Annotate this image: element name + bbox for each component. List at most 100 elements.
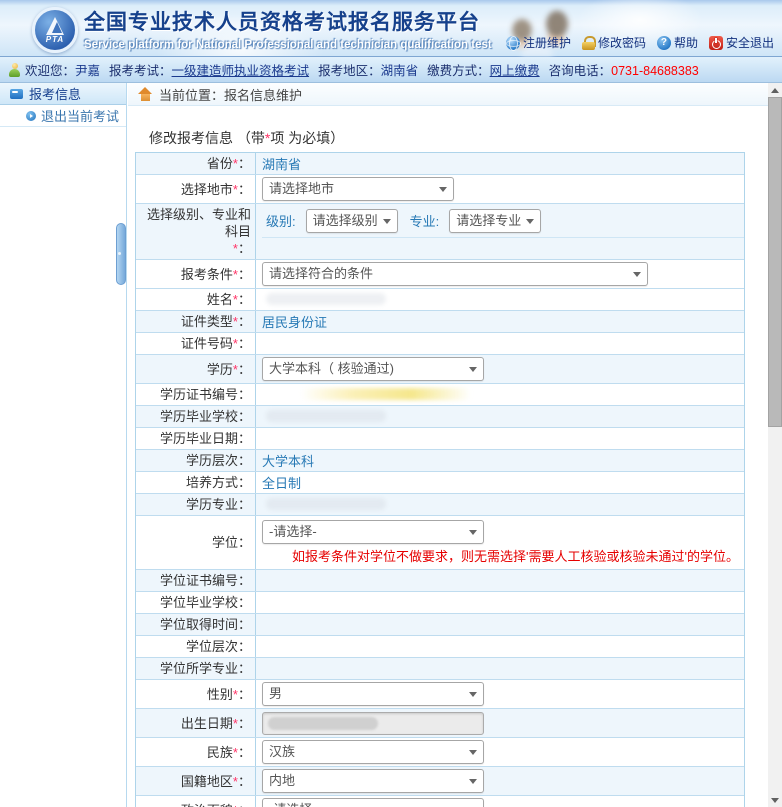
required-asterisk: * — [233, 181, 238, 198]
degree-select[interactable]: -请选择- — [262, 520, 484, 544]
field-value-birth-date — [256, 709, 744, 737]
payment-method-link[interactable]: 网上缴费 — [490, 64, 540, 78]
select-value: 大学本科（ 核验通过) — [269, 361, 394, 376]
form-row-id-number: 证件号码*： — [136, 333, 744, 355]
sidebar-collapse-handle[interactable] — [116, 223, 126, 285]
required-asterisk: * — [233, 266, 238, 283]
field-label-id-number: 证件号码*： — [136, 333, 256, 354]
field-label-province: 省份*： — [136, 153, 256, 174]
field-value-deg-cert-no — [256, 570, 744, 591]
degree-select-line: -请选择- — [262, 516, 744, 544]
exam-name-link[interactable]: 一级建造师执业资格考试 — [172, 64, 310, 78]
required-asterisk: * — [233, 773, 238, 790]
logo-sail-inner-shape — [52, 22, 62, 33]
field-text-value: 大学本科 — [262, 451, 314, 470]
sidebar: 报考信息 退出当前考试 — [0, 83, 127, 807]
sidebar-item-exit-exam[interactable]: 退出当前考试 — [0, 105, 126, 127]
vertical-scrollbar[interactable] — [768, 83, 782, 807]
field-value-deg-major — [256, 658, 744, 679]
register-maintain-link[interactable]: 注册维护 — [506, 34, 571, 51]
change-password-label: 修改密码 — [598, 34, 646, 51]
field-label-text: 学位 — [212, 534, 238, 551]
major-select[interactable]: 请选择专业 — [449, 209, 541, 233]
degree-note: 如报考条件对学位不做要求，则无需选择'需要人工核验或核验未通过'的学位。 — [262, 544, 744, 569]
form-row-edu-major: 学历专业： — [136, 494, 744, 516]
select-value: 请选择地市 — [269, 181, 334, 196]
redaction-smudge — [268, 717, 378, 730]
field-label-edu-major: 学历专业： — [136, 494, 256, 515]
field-label-nationality: 国籍地区*： — [136, 767, 256, 795]
form-row-deg-school: 学位毕业学校： — [136, 592, 744, 614]
field-label-text: 证件类型 — [181, 313, 233, 330]
field-label-edu-grad-date: 学历毕业日期： — [136, 428, 256, 449]
scroll-up-arrow-icon[interactable] — [768, 83, 782, 97]
field-label-text: 学位层次 — [186, 638, 238, 655]
city-select[interactable]: 请选择地市 — [262, 177, 454, 201]
form-row-edu-school: 学历毕业学校： — [136, 406, 744, 428]
inline-field-label: 级别: — [266, 211, 296, 230]
field-label-deg-school: 学位毕业学校： — [136, 592, 256, 613]
field-label-deg-cert-no: 学位证书编号： — [136, 570, 256, 591]
site-title: 全国专业技术人员资格考试报名服务平台 — [84, 6, 492, 36]
site-subtitle: Service platform for National Profession… — [84, 39, 492, 51]
field-label-education: 学历*： — [136, 355, 256, 383]
phone-number: 0731-84688383 — [611, 64, 699, 78]
field-value-edu-mode: 全日制 — [256, 472, 744, 493]
field-label-text: 政治面貌 — [181, 802, 233, 807]
field-label-text: 民族 — [207, 744, 233, 761]
form-area: 修改报考信息 （带*项 为必填） 省份*：湖南省选择地市*：请选择地市选择级别、… — [128, 106, 768, 807]
required-asterisk: * — [233, 802, 238, 807]
form-row-degree: 学位：-请选择-如报考条件对学位不做要求，则无需选择'需要人工核验或核验未通过'… — [136, 516, 744, 570]
logo-text: PTA — [35, 35, 75, 44]
select-value: -请选择- — [269, 524, 317, 539]
form-row-deg-cert-no: 学位证书编号： — [136, 570, 744, 592]
region-value: 湖南省 — [381, 64, 419, 78]
field-label-text: 报考条件 — [181, 266, 233, 283]
field-label-text: 学历证书编号 — [160, 386, 238, 403]
field-label-text: 出生日期 — [181, 715, 233, 732]
redaction-smudge — [266, 498, 386, 510]
exam-info: 报考考试：一级建造师执业资格考试 — [109, 60, 309, 79]
user-icon — [8, 63, 21, 77]
field-label-text: 学历毕业日期 — [160, 430, 238, 447]
select-value: 请选择专业 — [456, 213, 521, 228]
field-text-value: 湖南省 — [262, 154, 301, 173]
redaction-smudge — [301, 388, 471, 400]
field-label-text: 培养方式 — [186, 474, 238, 491]
field-label-edu-cert-no: 学历证书编号： — [136, 384, 256, 405]
header-links: 注册维护 修改密码 ? 帮助 安全退出 — [506, 34, 774, 51]
power-icon — [709, 36, 723, 50]
level-select[interactable]: 请选择级别 — [306, 209, 398, 233]
folder-window-icon — [10, 89, 23, 99]
register-maintain-label: 注册维护 — [523, 34, 571, 51]
education-select[interactable]: 大学本科（ 核验通过) — [262, 357, 484, 381]
change-password-link[interactable]: 修改密码 — [582, 34, 646, 51]
birth-date-input[interactable] — [262, 712, 484, 735]
pta-logo-icon: PTA — [32, 7, 78, 53]
required-asterisk: * — [233, 335, 238, 352]
ethnicity-select[interactable]: 汉族 — [262, 740, 484, 764]
form-row-id-type: 证件类型*：居民身份证 — [136, 311, 744, 333]
field-value-edu-level: 大学本科 — [256, 450, 744, 471]
field-label-city: 选择地市*： — [136, 175, 256, 203]
gender-select[interactable]: 男 — [262, 682, 484, 706]
nationality-select[interactable]: 内地 — [262, 769, 484, 793]
field-label-text: 学位证书编号 — [160, 572, 238, 589]
scroll-down-arrow-icon[interactable] — [768, 793, 782, 807]
help-link[interactable]: ? 帮助 — [657, 34, 698, 51]
form-row-education: 学历*： 大学本科（ 核验通过) — [136, 355, 744, 384]
sidebar-header-registration-info[interactable]: 报考信息 — [0, 83, 126, 105]
select-value: -请选择- — [269, 802, 317, 807]
field-label-id-type: 证件类型*： — [136, 311, 256, 332]
field-value-deg-date — [256, 614, 744, 635]
field-label-birth-date: 出生日期*： — [136, 709, 256, 737]
political-select[interactable]: -请选择- — [262, 798, 484, 807]
field-label-political: 政治面貌*： — [136, 796, 256, 807]
scrollbar-thumb[interactable] — [768, 97, 782, 427]
condition-select[interactable]: 请选择符合的条件 — [262, 262, 648, 286]
payment-info: 缴费方式：网上缴费 — [427, 60, 540, 79]
form-row-condition: 报考条件*：请选择符合的条件 — [136, 260, 744, 289]
safe-logout-link[interactable]: 安全退出 — [709, 34, 774, 51]
field-value-edu-grad-date — [256, 428, 744, 449]
form-row-name: 姓名*： — [136, 289, 744, 311]
